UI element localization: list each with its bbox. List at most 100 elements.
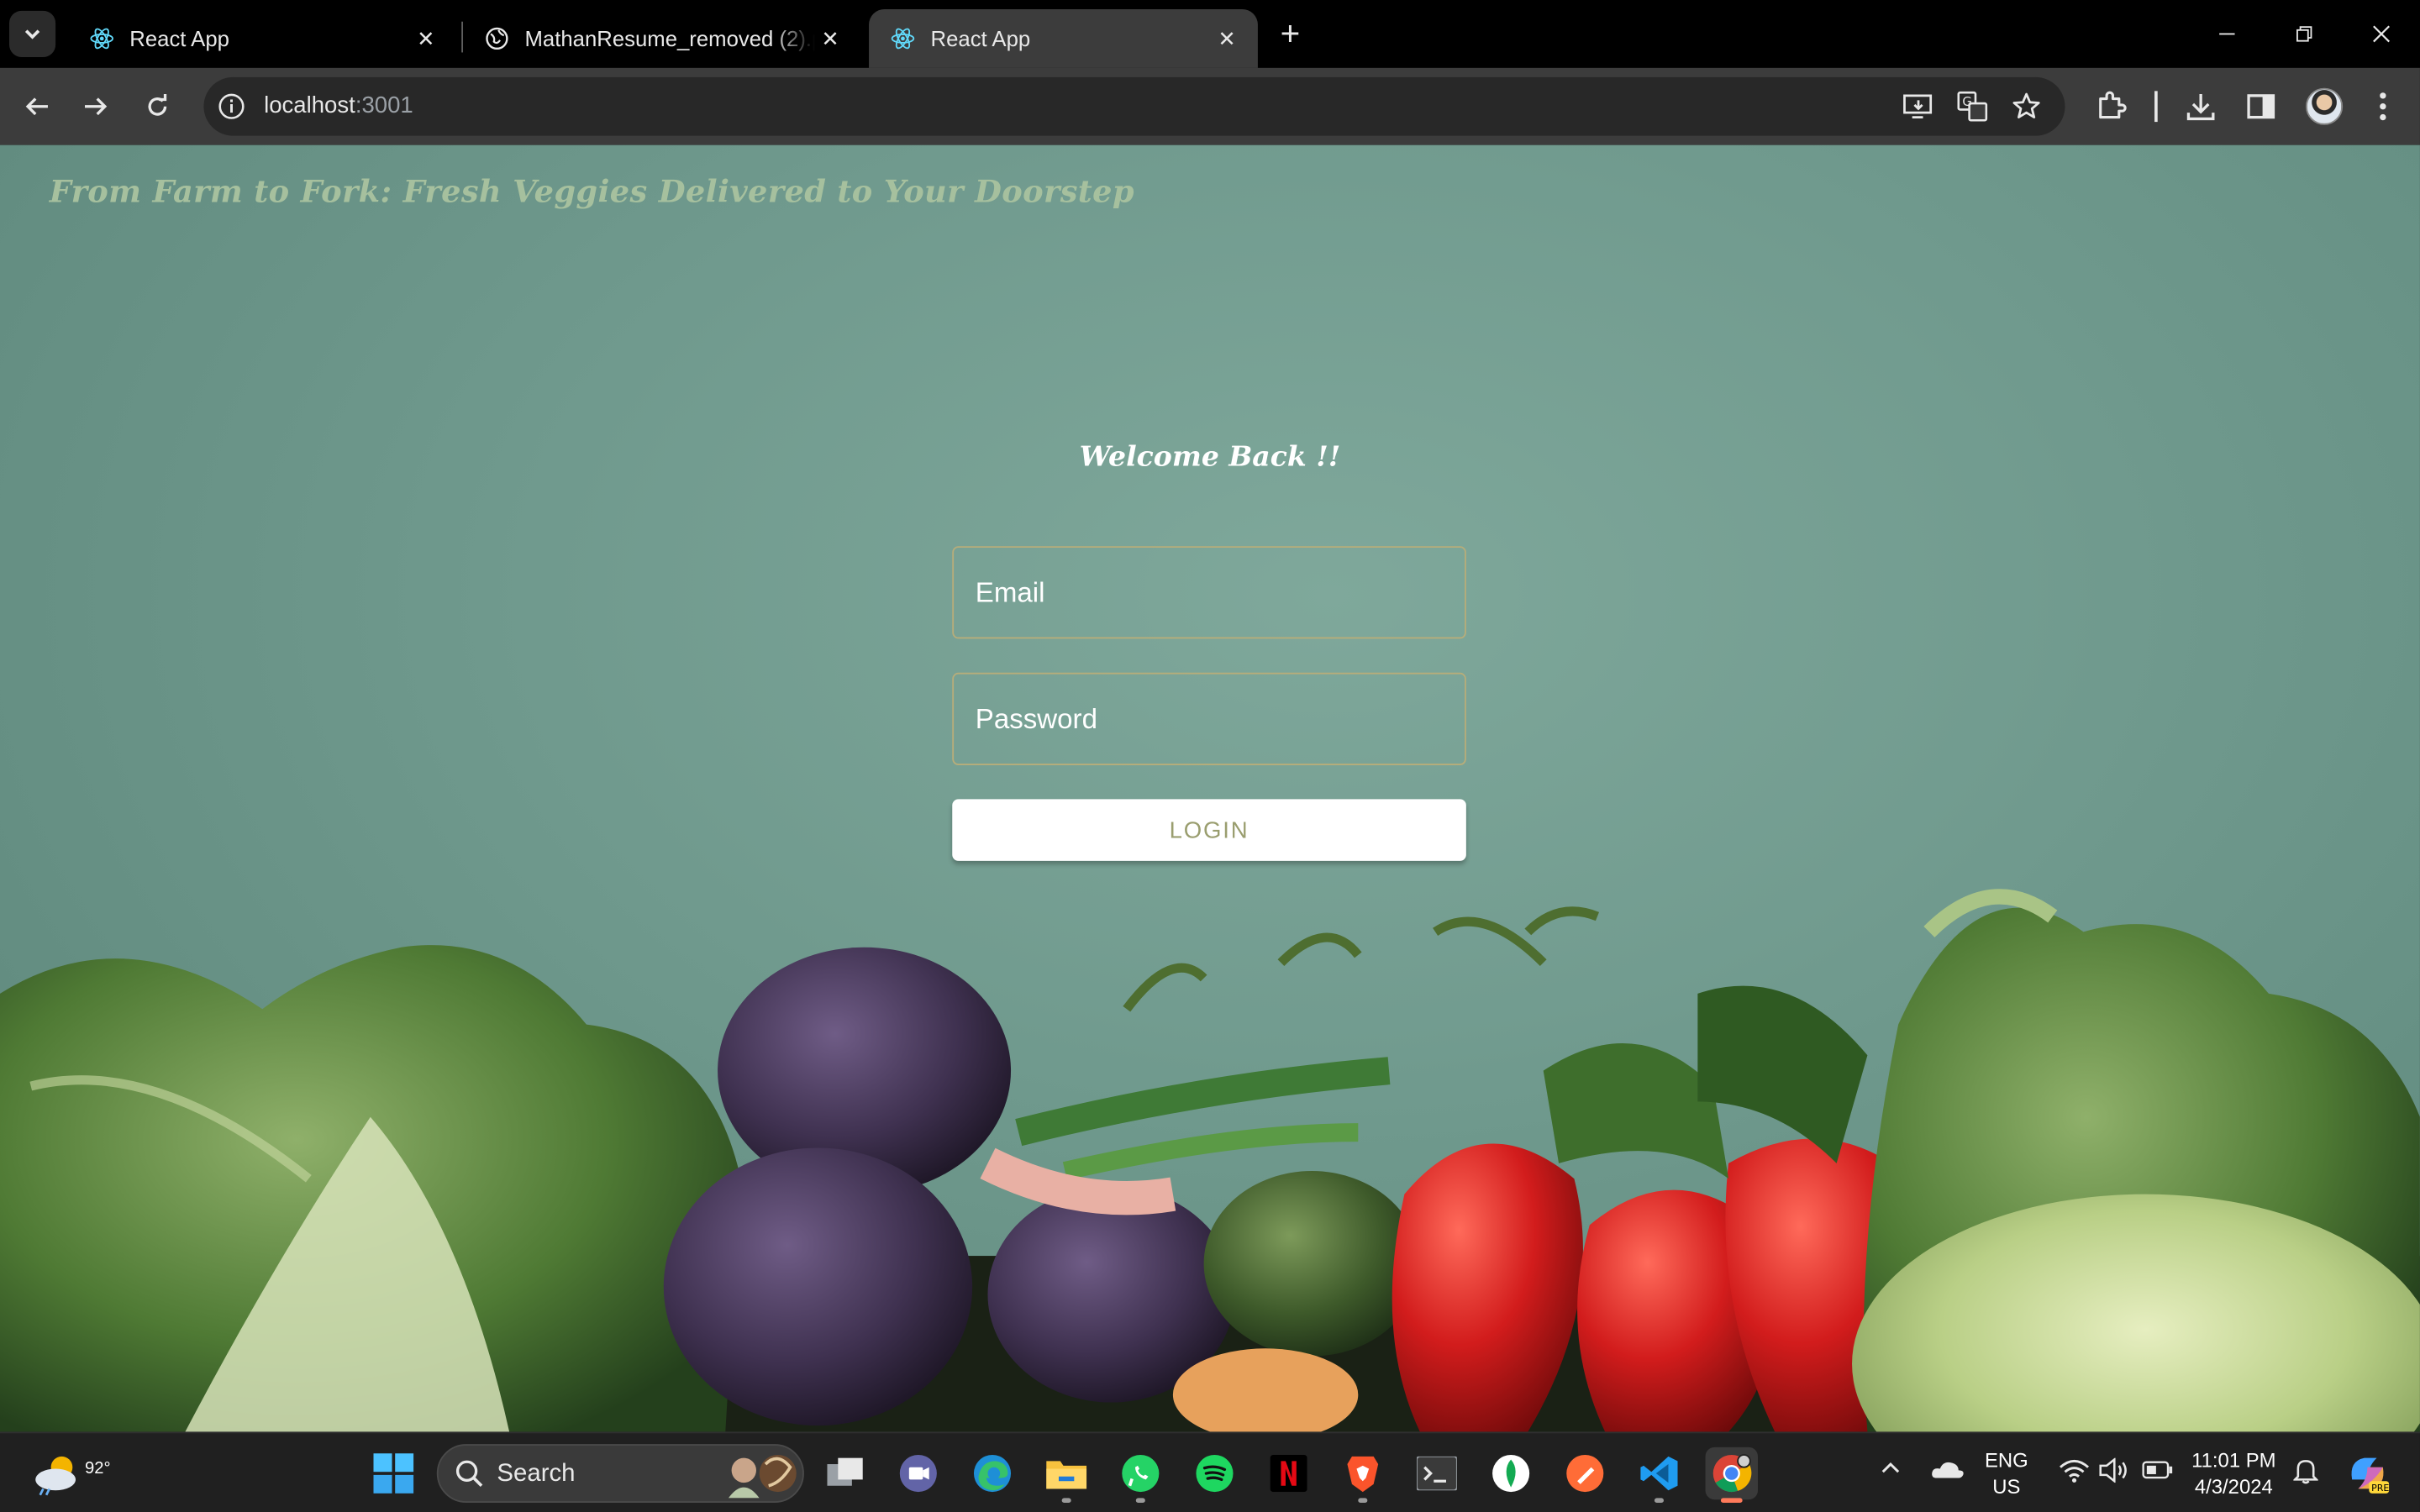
new-tab-button[interactable]: + [1271, 14, 1308, 53]
tab-title: MathanResume_removed (2).pdf [524, 26, 815, 51]
region-code: US [1992, 1474, 2021, 1499]
login-button[interactable]: LOGIN [952, 799, 1466, 861]
close-icon [2373, 25, 2390, 43]
tab-search-button[interactable] [9, 10, 56, 57]
login-page: From Farm to Fork: Fresh Veggies Deliver… [0, 144, 2420, 1432]
address-bar[interactable]: localhost:3001 G [203, 76, 2065, 136]
profile-avatar[interactable] [2306, 87, 2344, 125]
url-text: localhost:3001 [264, 92, 413, 118]
netflix-app[interactable] [1262, 1447, 1314, 1499]
arrow-left-icon [25, 97, 48, 116]
url-host: localhost [264, 92, 355, 119]
reload-button[interactable] [136, 85, 179, 128]
edge-app[interactable] [966, 1447, 1018, 1499]
vscode-icon [1640, 1456, 1678, 1491]
tab-title: React App [129, 26, 229, 51]
clock[interactable]: 11:01 PM 4/3/2024 [2191, 1447, 2275, 1499]
restore-icon [2296, 26, 2312, 42]
clock-date: 4/3/2024 [2194, 1474, 2273, 1499]
mongodb-compass-app[interactable] [1485, 1447, 1537, 1499]
windows-start-button[interactable] [373, 1453, 414, 1494]
active-indicator [1720, 1498, 1743, 1503]
close-icon[interactable]: ✕ [1212, 24, 1243, 55]
search-label: Search [497, 1461, 576, 1488]
running-indicator [1654, 1498, 1664, 1503]
tab-strip: React App ✕ MathanResume_removed (2).pdf… [0, 0, 2420, 68]
notification-bell-icon[interactable] [2292, 1457, 2319, 1489]
back-button[interactable] [15, 85, 58, 128]
svg-text:G: G [1962, 95, 1971, 109]
vegetables-background-image [0, 889, 2420, 1432]
tab-react-app-1[interactable]: React App ✕ [68, 9, 457, 68]
teams-app[interactable] [892, 1447, 944, 1499]
install-app-icon[interactable] [1902, 91, 1935, 122]
postman-app[interactable] [1559, 1447, 1611, 1499]
password-input[interactable] [954, 674, 1465, 764]
clock-time: 11:01 PM [2191, 1448, 2276, 1473]
minimize-icon [2219, 33, 2235, 35]
close-window-button[interactable] [2346, 13, 2417, 55]
reload-icon [148, 94, 167, 116]
minimize-button[interactable] [2191, 13, 2262, 55]
task-view-app[interactable] [819, 1447, 871, 1499]
brave-app[interactable] [1337, 1447, 1389, 1499]
terminal-app[interactable] [1411, 1447, 1463, 1499]
partly-cloudy-icon [35, 1456, 76, 1496]
running-indicator [1061, 1498, 1071, 1503]
svg-text:PRE: PRE [2371, 1483, 2389, 1494]
extensions-icon[interactable] [2093, 88, 2130, 125]
spotify-icon [1196, 1455, 1234, 1493]
welcome-heading: Welcome Back !! [1079, 441, 1341, 474]
arrow-right-icon [85, 97, 108, 116]
battery-icon[interactable] [2142, 1461, 2173, 1484]
brave-lion-icon [1347, 1456, 1379, 1493]
language-indicator[interactable]: ENG US [1985, 1447, 2028, 1499]
close-icon[interactable]: ✕ [411, 24, 442, 55]
search-icon [455, 1460, 483, 1488]
terminal-icon [1417, 1456, 1457, 1491]
side-panel-icon[interactable] [2243, 88, 2280, 125]
downloads-icon[interactable] [2182, 88, 2219, 125]
chrome-app[interactable] [1705, 1446, 1759, 1500]
wifi-icon[interactable] [2059, 1458, 2090, 1488]
copilot-icon[interactable]: PRE [2346, 1452, 2389, 1499]
onedrive-cloud-icon[interactable] [1931, 1458, 1965, 1484]
postman-icon [1566, 1455, 1604, 1493]
menu-kebab-icon[interactable] [2365, 88, 2402, 125]
whatsapp-icon [1122, 1455, 1160, 1493]
language-code: ENG [1984, 1448, 2028, 1473]
running-indicator [1358, 1498, 1368, 1503]
temperature: 92° [85, 1459, 111, 1478]
search-highlight-illustration-icon [728, 1455, 797, 1499]
tab-title: React App [930, 26, 1031, 51]
close-icon[interactable]: ✕ [815, 24, 846, 55]
volume-icon[interactable] [2099, 1457, 2130, 1488]
weather-widget[interactable]: 92° [31, 1446, 111, 1501]
tab-resume-pdf[interactable]: MathanResume_removed (2).pdf ✕ [463, 9, 861, 68]
restore-button[interactable] [2269, 13, 2339, 55]
windows-taskbar: 92° Search ENG US 11:01 PM 4/3/2024 PRE [0, 1431, 2420, 1512]
star-icon[interactable] [2009, 91, 2043, 122]
tab-react-app-active[interactable]: React App ✕ [869, 9, 1258, 68]
netflix-icon [1270, 1455, 1307, 1493]
tagline: From Farm to Fork: Fresh Veggies Deliver… [49, 172, 1134, 210]
globe-icon [485, 26, 509, 50]
site-info-icon[interactable] [216, 91, 247, 122]
chrome-icon [1712, 1454, 1752, 1493]
chevron-down-icon [24, 29, 40, 39]
tray-overflow-chevron-icon[interactable] [1880, 1458, 1902, 1482]
folder-icon [1046, 1461, 1087, 1489]
vscode-app[interactable] [1633, 1447, 1685, 1499]
react-icon [90, 26, 114, 50]
edge-icon [973, 1455, 1012, 1493]
windows-logo-icon [373, 1453, 414, 1494]
email-input[interactable] [954, 548, 1465, 638]
mongodb-leaf-icon [1492, 1455, 1530, 1493]
url-port: :3001 [355, 92, 413, 119]
file-explorer-app[interactable] [1040, 1447, 1092, 1499]
translate-icon[interactable]: G [1955, 91, 1989, 122]
taskbar-search[interactable]: Search [436, 1444, 804, 1503]
spotify-app[interactable] [1188, 1447, 1240, 1499]
forward-button[interactable] [74, 85, 117, 128]
whatsapp-app[interactable] [1114, 1447, 1166, 1499]
